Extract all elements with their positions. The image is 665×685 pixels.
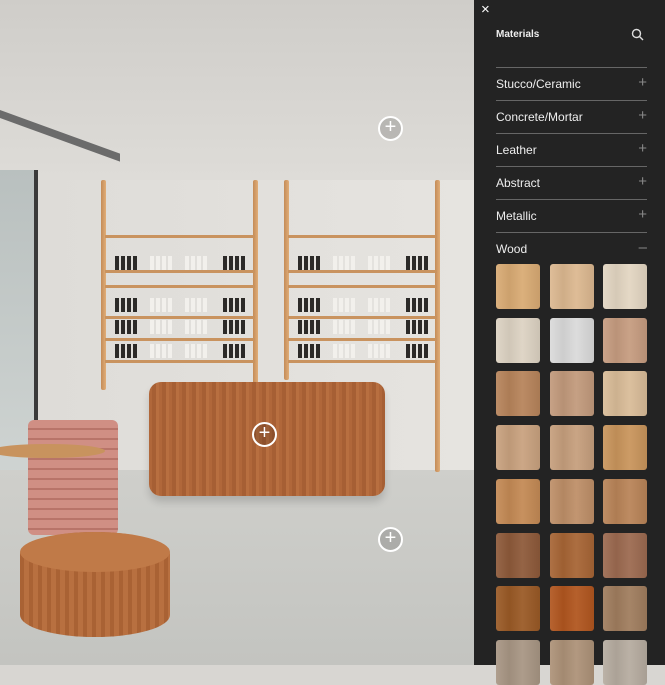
hotspot-plus-icon[interactable]: + — [252, 422, 277, 447]
wood-swatch[interactable] — [496, 586, 540, 632]
bottles — [115, 344, 137, 358]
category-wood[interactable]: Wood – — [496, 232, 647, 265]
wood-swatch[interactable] — [549, 425, 594, 471]
materials-panel: × Materials Stucco/Ceramic + Concrete/Mort… — [474, 0, 665, 685]
bottles — [223, 256, 245, 270]
shelf-pole — [435, 180, 440, 472]
bottles — [333, 298, 355, 312]
hotspot-plus-icon[interactable]: + — [378, 116, 403, 141]
bottles — [406, 320, 428, 334]
wood-swatch[interactable] — [496, 532, 540, 578]
wood-swatch[interactable] — [603, 317, 647, 363]
category-label: Leather — [496, 143, 537, 157]
bottles — [298, 320, 320, 334]
bottles — [406, 344, 428, 358]
bottles — [368, 344, 390, 358]
bottles — [115, 298, 137, 312]
category-label: Abstract — [496, 176, 541, 190]
wood-swatch[interactable] — [549, 532, 594, 578]
wood-swatch[interactable] — [603, 532, 647, 578]
category-stucco-ceramic[interactable]: Stucco/Ceramic + — [496, 67, 647, 100]
wood-swatch[interactable] — [603, 639, 647, 685]
bottles — [115, 320, 137, 334]
category-leather[interactable]: Leather + — [496, 133, 647, 166]
bottles — [150, 298, 172, 312]
wood-swatch[interactable] — [496, 639, 540, 685]
plus-icon: + — [638, 107, 647, 124]
category-label: Wood — [496, 242, 528, 256]
category-concrete-mortar[interactable]: Concrete/Mortar + — [496, 100, 647, 133]
wood-stool-top — [20, 532, 170, 572]
category-label: Stucco/Ceramic — [496, 77, 581, 91]
category-label: Metallic — [496, 209, 537, 223]
bottles — [368, 320, 390, 334]
bottles — [333, 344, 355, 358]
shelf — [288, 235, 437, 238]
shelf — [105, 285, 255, 288]
minus-icon: – — [638, 239, 647, 256]
bottles — [406, 298, 428, 312]
pink-pedestal[interactable] — [28, 420, 118, 535]
ceiling — [0, 0, 474, 180]
wood-swatch[interactable] — [549, 478, 594, 524]
bottles — [185, 256, 207, 270]
wood-swatch[interactable] — [549, 586, 594, 632]
room-scene: + + + — [0, 0, 474, 665]
shelf — [105, 270, 255, 273]
bottles — [150, 320, 172, 334]
wood-swatch[interactable] — [603, 371, 647, 417]
bottles — [115, 256, 137, 270]
wood-swatch[interactable] — [549, 264, 594, 309]
wood-swatch[interactable] — [549, 639, 594, 685]
wood-swatch[interactable] — [603, 478, 647, 524]
shelf-pole — [284, 180, 289, 380]
plus-icon: + — [638, 74, 647, 91]
shelf — [288, 285, 437, 288]
bottles — [298, 344, 320, 358]
bottles — [223, 298, 245, 312]
wood-swatch[interactable] — [496, 317, 540, 363]
bottles — [223, 320, 245, 334]
wood-swatch[interactable] — [496, 264, 540, 309]
bottles — [368, 298, 390, 312]
shelf — [105, 338, 255, 341]
bottles — [333, 256, 355, 270]
plus-icon: + — [638, 173, 647, 190]
category-metallic[interactable]: Metallic + — [496, 199, 647, 232]
search-icon[interactable] — [631, 28, 644, 41]
wood-swatch[interactable] — [496, 371, 540, 417]
bottles — [333, 320, 355, 334]
wood-swatch[interactable] — [496, 478, 540, 524]
bottles — [298, 298, 320, 312]
shelf — [105, 316, 255, 319]
hotspot-plus-icon[interactable]: + — [378, 527, 403, 552]
shelf — [288, 270, 437, 273]
shelf — [105, 360, 255, 363]
bottles — [150, 344, 172, 358]
category-label: Concrete/Mortar — [496, 110, 583, 124]
wood-swatch[interactable] — [549, 317, 594, 363]
shelf — [288, 360, 437, 363]
bottles — [150, 256, 172, 270]
bottles — [223, 344, 245, 358]
shelf — [288, 338, 437, 341]
plus-icon: + — [638, 206, 647, 223]
bottles — [185, 298, 207, 312]
wood-swatch[interactable] — [496, 425, 540, 471]
bottles — [368, 256, 390, 270]
wood-swatch[interactable] — [603, 586, 647, 632]
bottles — [406, 256, 428, 270]
category-abstract[interactable]: Abstract + — [496, 166, 647, 199]
bottles — [185, 320, 207, 334]
wood-swatch[interactable] — [603, 264, 647, 309]
close-icon[interactable]: × — [481, 1, 490, 18]
bottles — [298, 256, 320, 270]
plus-icon: + — [638, 140, 647, 157]
bottles — [185, 344, 207, 358]
wood-swatch[interactable] — [549, 371, 594, 417]
wood-swatch[interactable] — [603, 425, 647, 471]
shelf — [105, 235, 255, 238]
shelf — [288, 316, 437, 319]
panel-title: Materials — [496, 29, 540, 40]
